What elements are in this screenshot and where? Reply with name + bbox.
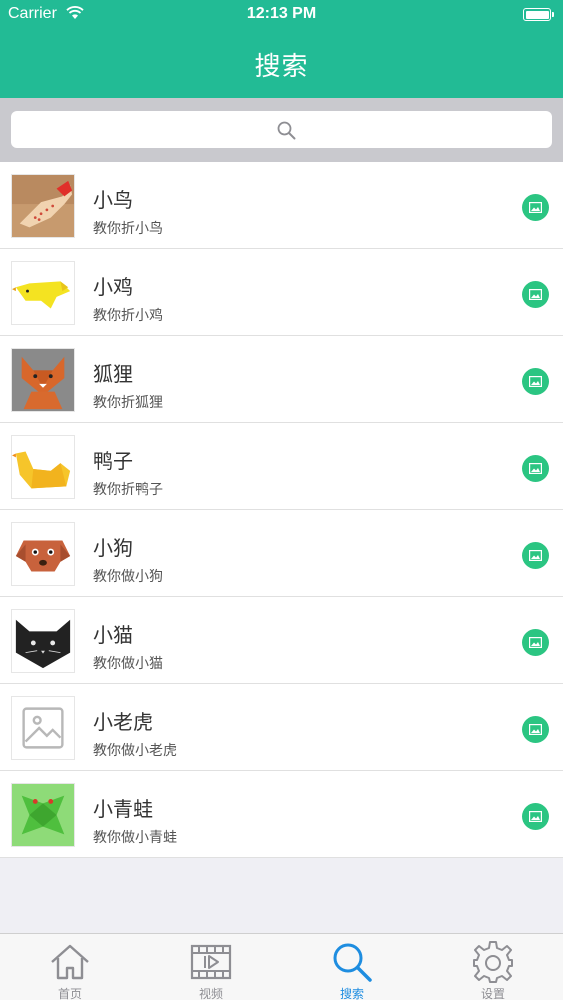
tab-label: 视频 xyxy=(198,987,223,1000)
home-icon xyxy=(51,944,89,980)
image-icon xyxy=(529,289,542,300)
item-subtitle: 教你折狐狸 xyxy=(93,395,163,411)
item-title: 小猫 xyxy=(93,623,133,647)
item-title: 小鸟 xyxy=(93,188,133,212)
image-button[interactable] xyxy=(522,716,549,743)
fox-thumb xyxy=(11,348,75,412)
tab-search[interactable]: 搜索 xyxy=(282,934,422,1000)
list-item[interactable]: 小鸡 教你折小鸡 xyxy=(0,249,563,336)
image-button[interactable] xyxy=(522,281,549,308)
image-icon xyxy=(529,637,542,648)
item-title: 小鸡 xyxy=(93,275,133,299)
item-title: 小青蛙 xyxy=(93,797,153,821)
search-input[interactable] xyxy=(11,111,552,148)
bird-thumb xyxy=(11,174,75,238)
gear-icon xyxy=(473,941,513,983)
item-title: 鸭子 xyxy=(93,449,133,473)
tab-video[interactable]: 视频 xyxy=(141,934,281,1000)
item-subtitle: 教你做小老虎 xyxy=(93,743,177,759)
tab-label: 搜索 xyxy=(339,987,364,1000)
nav-header: Carrier 12:13 PM 搜索 xyxy=(0,0,563,98)
image-icon xyxy=(529,463,542,474)
cat-thumb xyxy=(11,609,75,673)
tab-label: 设置 xyxy=(480,987,505,1000)
image-icon xyxy=(529,811,542,822)
tab-home[interactable]: 首页 xyxy=(0,934,140,1000)
image-button[interactable] xyxy=(522,194,549,221)
list-item[interactable]: 小狗 教你做小狗 xyxy=(0,510,563,597)
search-bar xyxy=(0,98,563,162)
image-icon xyxy=(529,376,542,387)
video-icon xyxy=(190,944,232,980)
item-subtitle: 教你折鸭子 xyxy=(93,482,163,498)
tab-settings[interactable]: 设置 xyxy=(423,934,563,1000)
result-list: 小鸟 教你折小鸟 小鸡 教你折小鸡 狐狸 教你折狐狸 鸭子 教你折鸭子 小狗 教… xyxy=(0,162,563,858)
item-subtitle: 教你折小鸟 xyxy=(93,221,163,237)
status-bar: Carrier 12:13 PM xyxy=(0,0,563,30)
search-icon xyxy=(277,121,296,140)
page-title: 搜索 xyxy=(254,52,309,82)
list-item[interactable]: 小青蛙 教你做小青蛙 xyxy=(0,771,563,858)
duck-thumb xyxy=(11,435,75,499)
item-subtitle: 教你做小青蛙 xyxy=(93,830,177,846)
list-item[interactable]: 狐狸 教你折狐狸 xyxy=(0,336,563,423)
list-item[interactable]: 小猫 教你做小猫 xyxy=(0,597,563,684)
image-placeholder-icon xyxy=(11,696,75,760)
item-subtitle: 教你折小鸡 xyxy=(93,308,163,324)
item-title: 狐狸 xyxy=(93,362,133,386)
item-title: 小狗 xyxy=(93,536,133,560)
image-icon xyxy=(529,724,542,735)
image-button[interactable] xyxy=(522,542,549,569)
image-button[interactable] xyxy=(522,803,549,830)
search-icon xyxy=(333,943,372,982)
dog-thumb xyxy=(11,522,75,586)
image-button[interactable] xyxy=(522,368,549,395)
item-subtitle: 教你做小狗 xyxy=(93,569,163,585)
chick-thumb xyxy=(11,261,75,325)
image-button[interactable] xyxy=(522,455,549,482)
image-icon xyxy=(529,550,542,561)
image-button[interactable] xyxy=(522,629,549,656)
list-item[interactable]: 鸭子 教你折鸭子 xyxy=(0,423,563,510)
list-item[interactable]: 小鸟 教你折小鸟 xyxy=(0,162,563,249)
image-icon xyxy=(529,202,542,213)
list-item[interactable]: 小老虎 教你做小老虎 xyxy=(0,684,563,771)
item-subtitle: 教你做小猫 xyxy=(93,656,163,672)
tab-label: 首页 xyxy=(57,987,82,1000)
tab-bar: 首页 视频 搜索 设置 xyxy=(0,933,563,1000)
frog-thumb xyxy=(11,783,75,847)
item-title: 小老虎 xyxy=(93,710,153,734)
status-time: 12:13 PM xyxy=(246,5,317,22)
battery-icon xyxy=(523,8,554,21)
